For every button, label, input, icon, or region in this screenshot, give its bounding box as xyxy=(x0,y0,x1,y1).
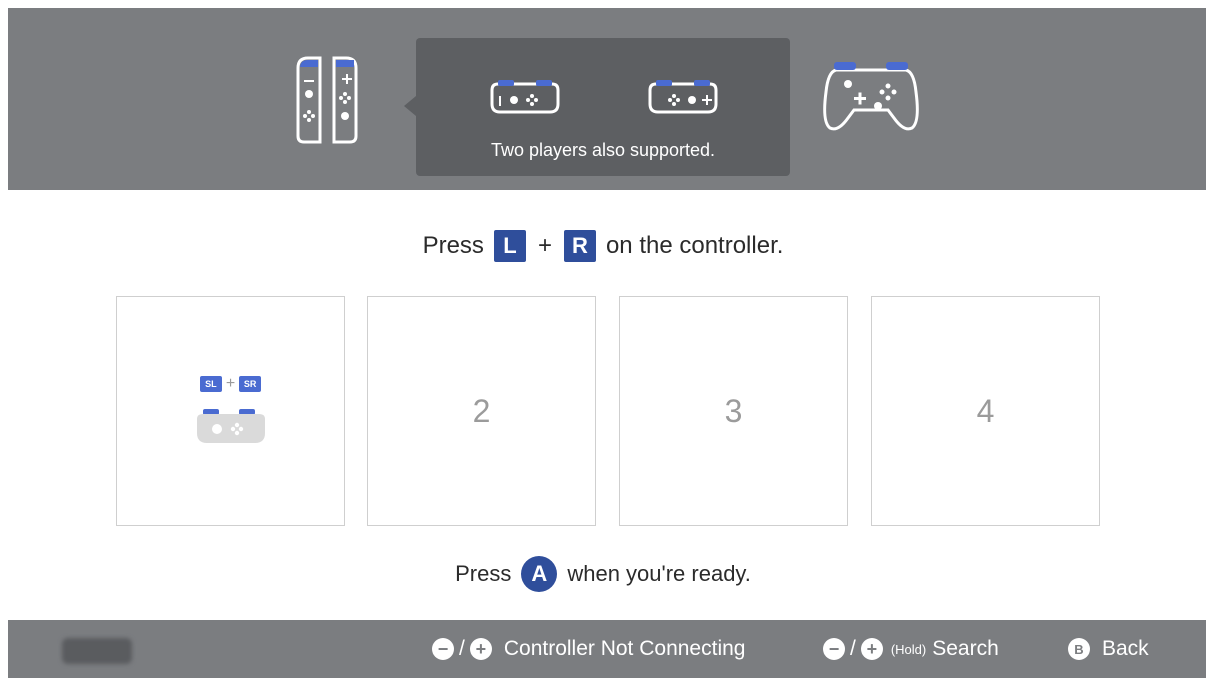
controller-not-connecting-hint[interactable]: − / + Controller Not Connecting xyxy=(432,620,745,678)
two-player-tooltip: Two players also supported. xyxy=(404,38,790,176)
minus-button-icon: − xyxy=(432,638,454,660)
sr-key-badge: SR xyxy=(239,376,262,392)
minus-button-icon: − xyxy=(823,638,845,660)
a-button-icon: A xyxy=(521,556,558,592)
player-slot-2[interactable]: 2 xyxy=(367,296,596,526)
search-hint[interactable]: − / + (Hold) Search xyxy=(823,620,999,678)
sl-key-badge: SL xyxy=(199,376,222,392)
ready-suffix: when you're ready. xyxy=(567,561,751,586)
not-connecting-label: Controller Not Connecting xyxy=(503,637,746,660)
instruction-suffix: on the controller. xyxy=(605,232,784,259)
player-slot-4[interactable]: 4 xyxy=(871,296,1100,526)
console-icon xyxy=(62,638,132,664)
pairing-instruction: Press L + R on the controller. xyxy=(0,226,1206,266)
joycon-right-sideways-icon[interactable] xyxy=(644,76,722,118)
back-label: Back xyxy=(1102,637,1149,660)
footer-bar: − / + Controller Not Connecting − / + (H… xyxy=(8,620,1206,678)
b-button-icon: B xyxy=(1068,638,1090,660)
pro-controller-icon[interactable] xyxy=(818,52,924,136)
instruction-plus: + xyxy=(537,232,552,259)
back-hint[interactable]: B Back xyxy=(1068,620,1149,678)
plus-button-icon: + xyxy=(860,638,883,660)
l-key-badge: L xyxy=(493,230,526,262)
slot-number: 4 xyxy=(976,392,995,429)
plus-button-icon: + xyxy=(469,638,492,660)
hint-slash: / xyxy=(850,637,856,660)
search-label: Search xyxy=(932,637,999,660)
hold-label: (Hold) xyxy=(890,641,927,657)
player-slot-1[interactable]: SL + SR xyxy=(116,296,345,526)
joycon-left-sideways-icon[interactable] xyxy=(486,76,564,118)
joycon-pair-icon[interactable] xyxy=(290,54,364,146)
sl-sr-plus: + xyxy=(225,375,236,392)
ready-instruction: Press A when you're ready. xyxy=(0,556,1206,592)
slot-number: 3 xyxy=(724,392,743,429)
player-slot-3[interactable]: 3 xyxy=(619,296,848,526)
r-key-badge: R xyxy=(563,230,596,262)
instruction-prefix: Press xyxy=(422,232,484,259)
ready-prefix: Press xyxy=(455,561,512,586)
tooltip-text: Two players also supported. xyxy=(490,140,716,160)
controller-style-bar: Two players also supported. xyxy=(8,8,1206,190)
slot-number: 2 xyxy=(472,392,491,429)
hint-slash: / xyxy=(459,637,465,660)
joycon-sideways-icon xyxy=(196,409,265,443)
